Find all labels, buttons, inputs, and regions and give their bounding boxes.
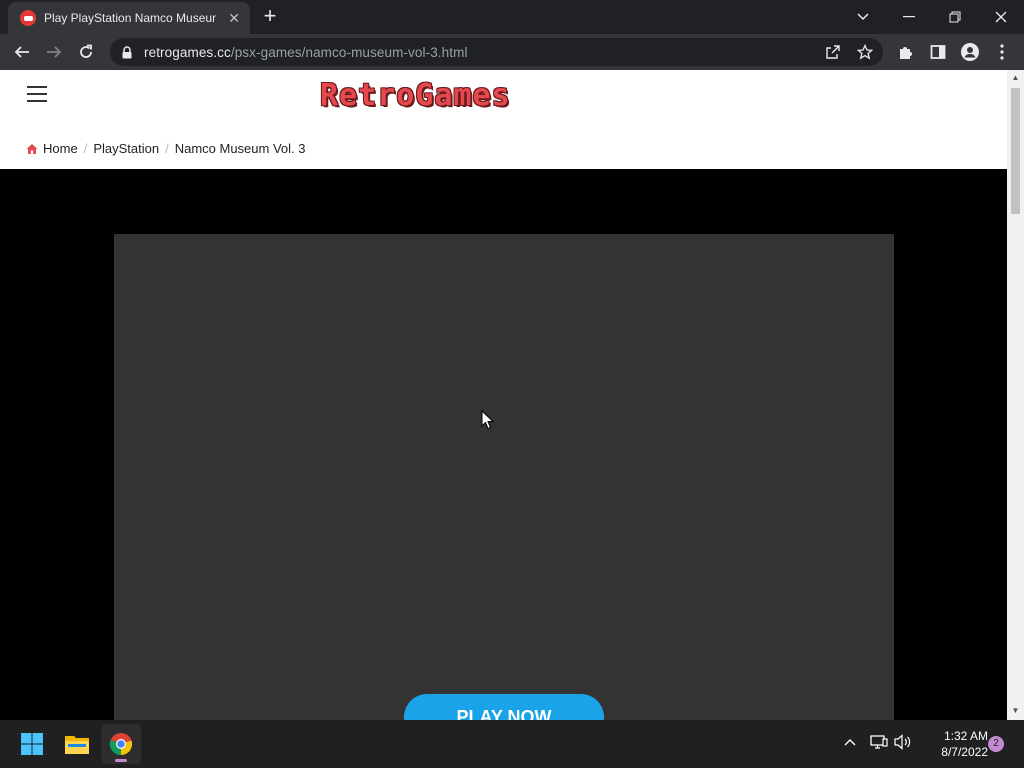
hamburger-menu-icon[interactable] xyxy=(27,86,47,102)
file-explorer-icon[interactable] xyxy=(57,724,97,764)
volume-speaker-icon[interactable] xyxy=(894,734,912,753)
breadcrumb-category-link[interactable]: PlayStation xyxy=(93,141,159,156)
close-window-button[interactable] xyxy=(978,0,1024,34)
home-icon[interactable] xyxy=(26,143,38,155)
browser-tab[interactable]: Play PlayStation Namco Museum Vol. 3 ✕ xyxy=(8,2,250,34)
clock-time: 1:32 AM xyxy=(943,729,988,743)
breadcrumb-separator: / xyxy=(83,141,88,156)
tab-search-chevron-icon[interactable] xyxy=(840,0,886,34)
back-arrow-icon[interactable] xyxy=(10,40,34,64)
active-app-indicator xyxy=(115,759,127,762)
notification-count-badge[interactable]: 2 xyxy=(988,736,1004,752)
show-hidden-icons-chevron-icon[interactable] xyxy=(844,734,856,749)
chrome-taskbar-button[interactable] xyxy=(101,724,141,764)
lock-icon[interactable] xyxy=(120,45,134,59)
tab-close-icon[interactable]: ✕ xyxy=(226,10,242,27)
browser-menu-icon[interactable] xyxy=(990,40,1014,64)
retrogames-favicon-icon xyxy=(20,10,36,26)
site-logo[interactable]: RetroGames xyxy=(320,78,511,113)
play-now-button[interactable]: PLAY NOW xyxy=(404,694,604,720)
breadcrumb-current: Namco Museum Vol. 3 xyxy=(174,141,306,156)
scroll-up-arrow-icon[interactable]: ▲ xyxy=(1011,74,1020,82)
clock-date: 8/7/2022 xyxy=(941,745,988,759)
scroll-down-arrow-icon[interactable]: ▼ xyxy=(1011,707,1020,715)
network-icon[interactable] xyxy=(870,734,888,753)
title-bar: Play PlayStation Namco Museum Vol. 3 ✕ + xyxy=(0,0,1024,34)
address-bar[interactable]: retrogames.cc/psx-games/namco-museum-vol… xyxy=(110,38,883,66)
web-page: RetroGames Home / PlayStation / Namco Mu… xyxy=(0,70,1007,720)
minimize-button[interactable] xyxy=(886,0,932,34)
side-panel-icon[interactable] xyxy=(926,40,950,64)
url-path: /psx-games/namco-museum-vol-3.html xyxy=(230,44,468,60)
share-icon[interactable] xyxy=(824,43,842,61)
extensions-puzzle-icon[interactable] xyxy=(894,40,918,64)
taskbar-clock[interactable]: 1:32 AM 8/7/2022 xyxy=(918,728,988,760)
mouse-cursor-icon xyxy=(481,409,495,435)
reload-icon[interactable] xyxy=(74,40,98,64)
url-text[interactable]: retrogames.cc/psx-games/namco-museum-vol… xyxy=(144,45,468,60)
url-domain: retrogames.cc xyxy=(144,44,231,60)
restore-button[interactable] xyxy=(932,0,978,34)
bookmark-star-icon[interactable] xyxy=(856,43,874,61)
site-header: RetroGames Home / PlayStation / Namco Mu… xyxy=(0,70,1007,169)
game-player[interactable]: PLAY NOW xyxy=(114,234,894,720)
windows-taskbar: 1:32 AM 8/7/2022 2 xyxy=(0,720,1024,768)
new-tab-button[interactable]: + xyxy=(260,5,280,27)
breadcrumb: Home / PlayStation / Namco Museum Vol. 3 xyxy=(26,141,305,156)
scrollbar-thumb[interactable] xyxy=(1011,88,1020,214)
profile-avatar-icon[interactable] xyxy=(958,40,982,64)
page-scrollbar[interactable]: ▲ ▼ xyxy=(1007,70,1024,720)
breadcrumb-home-link[interactable]: Home xyxy=(43,141,78,156)
forward-arrow-icon[interactable] xyxy=(42,40,66,64)
start-windows-icon[interactable] xyxy=(12,724,52,764)
breadcrumb-separator: / xyxy=(165,141,169,156)
tab-title: Play PlayStation Namco Museum Vol. 3 xyxy=(44,11,216,25)
chrome-icon xyxy=(109,733,133,756)
